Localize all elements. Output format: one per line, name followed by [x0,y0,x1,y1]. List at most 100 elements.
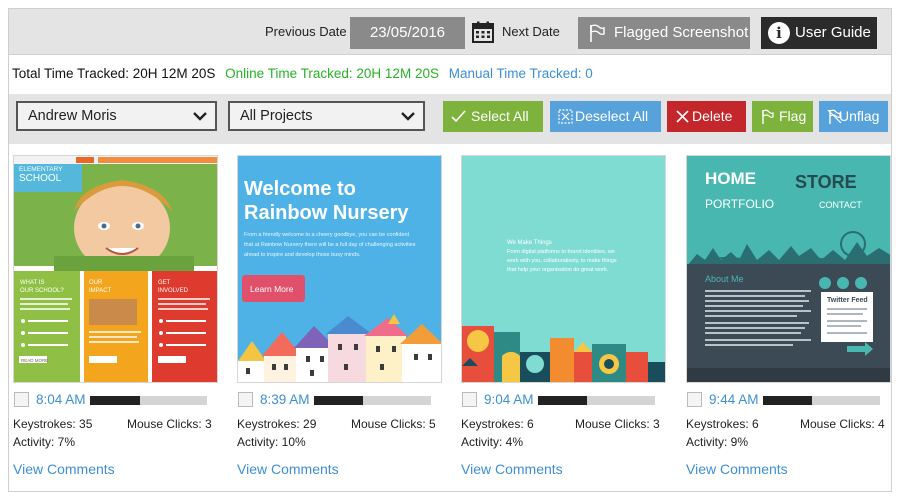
check-icon [451,110,466,123]
thumb-body-1: From digital platforms to brand identiti… [507,249,615,255]
screenshot-time: 8:04 AM [36,392,86,407]
thumb-store: STORE [795,172,857,192]
user-guide-button[interactable]: i User Guide [761,17,877,49]
date-field[interactable]: 23/05/2016 [350,17,465,49]
user-guide-label: User Guide [795,24,871,41]
screenshot-thumbnail[interactable]: We Make Things From digital platforms to… [461,155,666,383]
date-navigation-bar: Previous Date 23/05/2016 Next Date Flagg… [9,9,891,55]
calendar-icon[interactable] [471,20,495,44]
screenshot-checkbox[interactable] [687,392,702,407]
activity-bar [763,396,880,405]
screenshot-time: 9:44 AM [709,392,759,407]
activity-bar-fill [763,396,813,405]
mouse-clicks-count: Mouse Clicks: 3 [127,417,212,431]
mouse-clicks-count: Mouse Clicks: 4 [800,417,885,431]
keystrokes-count: Keystrokes: 6 [461,417,534,431]
screenshot-time: 8:39 AM [260,392,310,407]
thumb-header-line1: ELEMENTARY [19,166,63,173]
keystrokes-count: Keystrokes: 6 [686,417,759,431]
thumb-portfolio: PORTFOLIO [705,197,774,211]
thumb-body-1: From a friendly welcome to a cheery good… [244,232,410,238]
thumb-tile3-b: INVOLVED [158,288,189,294]
activity-bar [90,396,207,405]
manual-time-tracked: Manual Time Tracked: 0 [448,66,593,81]
thumb-welcome-line1: Welcome to [244,178,356,200]
unflag-button[interactable]: Unflag [819,101,888,132]
flag-icon [590,24,605,42]
user-select-value: Andrew Moris [28,108,117,124]
activity-bar-fill [314,396,364,405]
deselect-all-button[interactable]: Deselect All [550,101,661,132]
thumb-body-3: ahead to inspire and develop those busy … [244,252,361,258]
close-icon [676,110,689,123]
activity-bar [314,396,431,405]
flagged-screenshot-label: Flagged Screenshot [614,24,749,41]
delete-label: Delete [692,108,733,124]
screenshot-time: 9:04 AM [484,392,534,407]
thumb-about: About Me [705,274,744,284]
keystrokes-count: Keystrokes: 35 [13,417,93,431]
screenshot-thumbnail[interactable]: HOME PORTFOLIO STORE CONTACT About Me Tw… [686,155,891,383]
filter-toolbar: Andrew Moris All Projects Select All Des… [9,94,891,144]
thumb-heading: We Make Things [507,240,552,246]
delete-button[interactable]: Delete [667,101,746,132]
next-date-link[interactable]: Next Date [502,24,560,39]
online-time-tracked: Online Time Tracked: 20H 12M 20S [225,66,439,81]
deselect-all-label: Deselect All [575,108,649,124]
activity-bar-fill [538,396,588,405]
screenshot-card: HOME PORTFOLIO STORE CONTACT About Me Tw… [686,155,891,477]
thumb-tile1-a: WHAT IS [20,280,44,286]
view-comments-link[interactable]: View Comments [237,461,442,477]
view-comments-link[interactable]: View Comments [461,461,666,477]
view-comments-link[interactable]: View Comments [13,461,218,477]
thumb-tile2-b: IMPACT [89,288,112,294]
screenshot-thumbnail[interactable]: Welcome to Rainbow Nursery From a friend… [237,155,442,383]
view-comments-link[interactable]: View Comments [686,461,891,477]
thumb-header-line2: SCHOOL [19,173,62,184]
unflag-label: Unflag [839,108,880,124]
activity-percent: Activity: 9% [686,435,749,449]
select-all-button[interactable]: Select All [443,101,543,132]
screenshot-card: ELEMENTARY SCHOOL WHAT IS OUR SCHOOL? OU… [13,155,218,477]
previous-date-link[interactable]: Previous Date [265,24,347,39]
thumb-tile1-b: OUR SCHOOL? [20,288,64,294]
screenshot-checkbox[interactable] [238,392,253,407]
flag-button[interactable]: Flag [752,101,813,132]
chevron-down-icon [193,112,207,121]
thumb-body-3: that help your organisation do great wor… [507,267,609,273]
keystrokes-count: Keystrokes: 29 [237,417,317,431]
screenshot-viewer: Previous Date 23/05/2016 Next Date Flagg… [8,8,892,492]
activity-bar-fill [90,396,141,405]
mouse-clicks-count: Mouse Clicks: 3 [575,417,660,431]
mouse-clicks-count: Mouse Clicks: 5 [351,417,436,431]
activity-percent: Activity: 7% [13,435,76,449]
flagged-screenshot-button[interactable]: Flagged Screenshot [578,17,750,49]
flag-icon [762,109,774,124]
time-totals: Total Time Tracked: 20H 12M 20S Online T… [12,66,599,81]
screenshot-card: Welcome to Rainbow Nursery From a friend… [237,155,442,477]
activity-percent: Activity: 4% [461,435,524,449]
unflag-icon [827,109,842,124]
thumb-tile3-a: GET [158,280,171,286]
info-icon: i [768,22,790,44]
select-all-label: Select All [471,108,529,124]
project-select[interactable]: All Projects [228,101,425,131]
thumb-body-2: that at Rainbow Nursery there will be a … [244,242,416,248]
thumb-contact: CONTACT [819,200,862,210]
project-select-value: All Projects [240,108,313,124]
screenshot-checkbox[interactable] [14,392,29,407]
activity-percent: Activity: 10% [237,435,306,449]
user-select[interactable]: Andrew Moris [16,101,217,131]
deselect-icon [558,109,573,124]
screenshot-card: We Make Things From digital platforms to… [461,155,666,477]
thumb-home: HOME [705,169,756,188]
thumb-learn-more: Learn More [250,284,294,294]
thumb-welcome-line2: Rainbow Nursery [244,202,409,224]
chevron-down-icon [401,112,415,121]
thumb-twitter-feed: Twitter Feed [827,297,868,304]
screenshot-checkbox[interactable] [462,392,477,407]
thumb-tile2-a: OUR [89,280,103,286]
screenshot-thumbnail[interactable]: ELEMENTARY SCHOOL WHAT IS OUR SCHOOL? OU… [13,155,218,383]
total-time-tracked: Total Time Tracked: 20H 12M 20S [12,66,216,81]
flag-label: Flag [779,108,807,124]
